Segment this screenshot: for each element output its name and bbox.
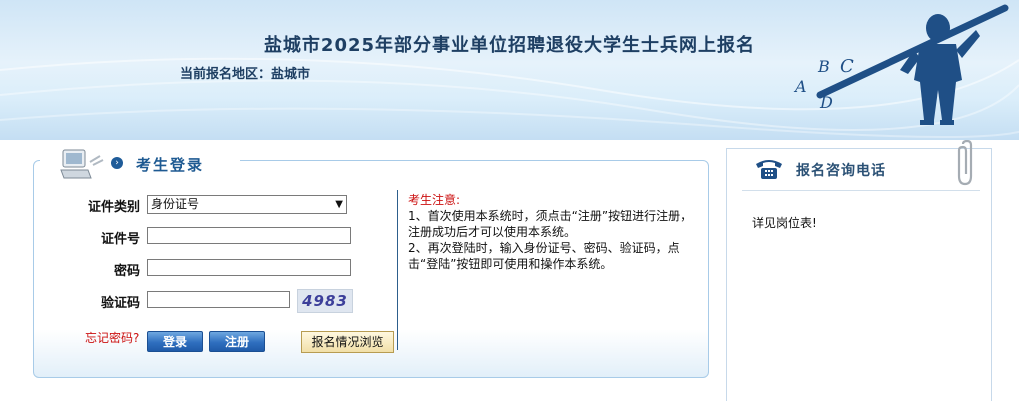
id-type-value: 身份证号 [151,197,200,211]
forgot-password-link[interactable]: 忘记密码? [85,329,139,346]
contact-title: 报名咨询电话 [796,163,886,179]
contact-divider [742,190,980,191]
id-number-input[interactable] [147,227,351,244]
man-with-pencil-illustration: A B C D [793,4,1009,125]
notice-box: 考生注意: 1、首次使用本系统时，须点击“注册”按钮进行注册，注册成功后才可以使… [408,192,694,272]
id-number-label: 证件号 [100,232,140,247]
arrow-bullet-icon: › [111,157,123,169]
captcha-input[interactable] [147,291,290,308]
contact-text: 详见岗位表! [752,216,817,230]
captcha-label: 验证码 [100,296,140,311]
password-label: 密码 [113,264,140,279]
id-type-select[interactable]: 身份证号 ▼ [147,195,347,214]
notice-item-1: 1、首次使用本系统时，须点击“注册”按钮进行注册，注册成功后才可以使用本系统。 [408,209,693,239]
banner-letter-a: A [793,77,807,96]
banner-letter-c: C [840,56,854,77]
password-input[interactable] [147,259,351,276]
contact-panel [726,148,992,401]
header-banner: 盐城市2025年部分事业单位招聘退役大学生士兵网上报名 当前报名地区：盐城市 A… [0,0,1019,140]
current-region: 当前报名地区：盐城市 [180,63,310,82]
notice-title: 考生注意: [408,193,461,207]
vertical-divider [397,190,398,350]
region-label: 当前报名地区： [180,67,272,82]
region-value: 盐城市 [271,67,311,82]
register-button[interactable]: 注册 [209,331,265,352]
paperclip-icon [957,140,973,186]
banner-letter-b: B [817,57,830,76]
computer-icon [60,149,104,179]
telephone-icon [756,160,782,179]
banner-letter-d: D [819,93,833,112]
login-title: 考生登录 [136,156,205,174]
browse-registration-button[interactable]: 报名情况浏览 [301,331,394,353]
login-button[interactable]: 登录 [147,331,203,352]
chevron-down-icon: ▼ [335,199,343,210]
id-type-label: 证件类别 [87,200,140,215]
captcha-image[interactable]: 4983 [297,289,353,313]
notice-item-2: 2、再次登陆时，输入身份证号、密码、验证码，点击“登陆”按钮即可使用和操作本系统… [408,241,680,271]
